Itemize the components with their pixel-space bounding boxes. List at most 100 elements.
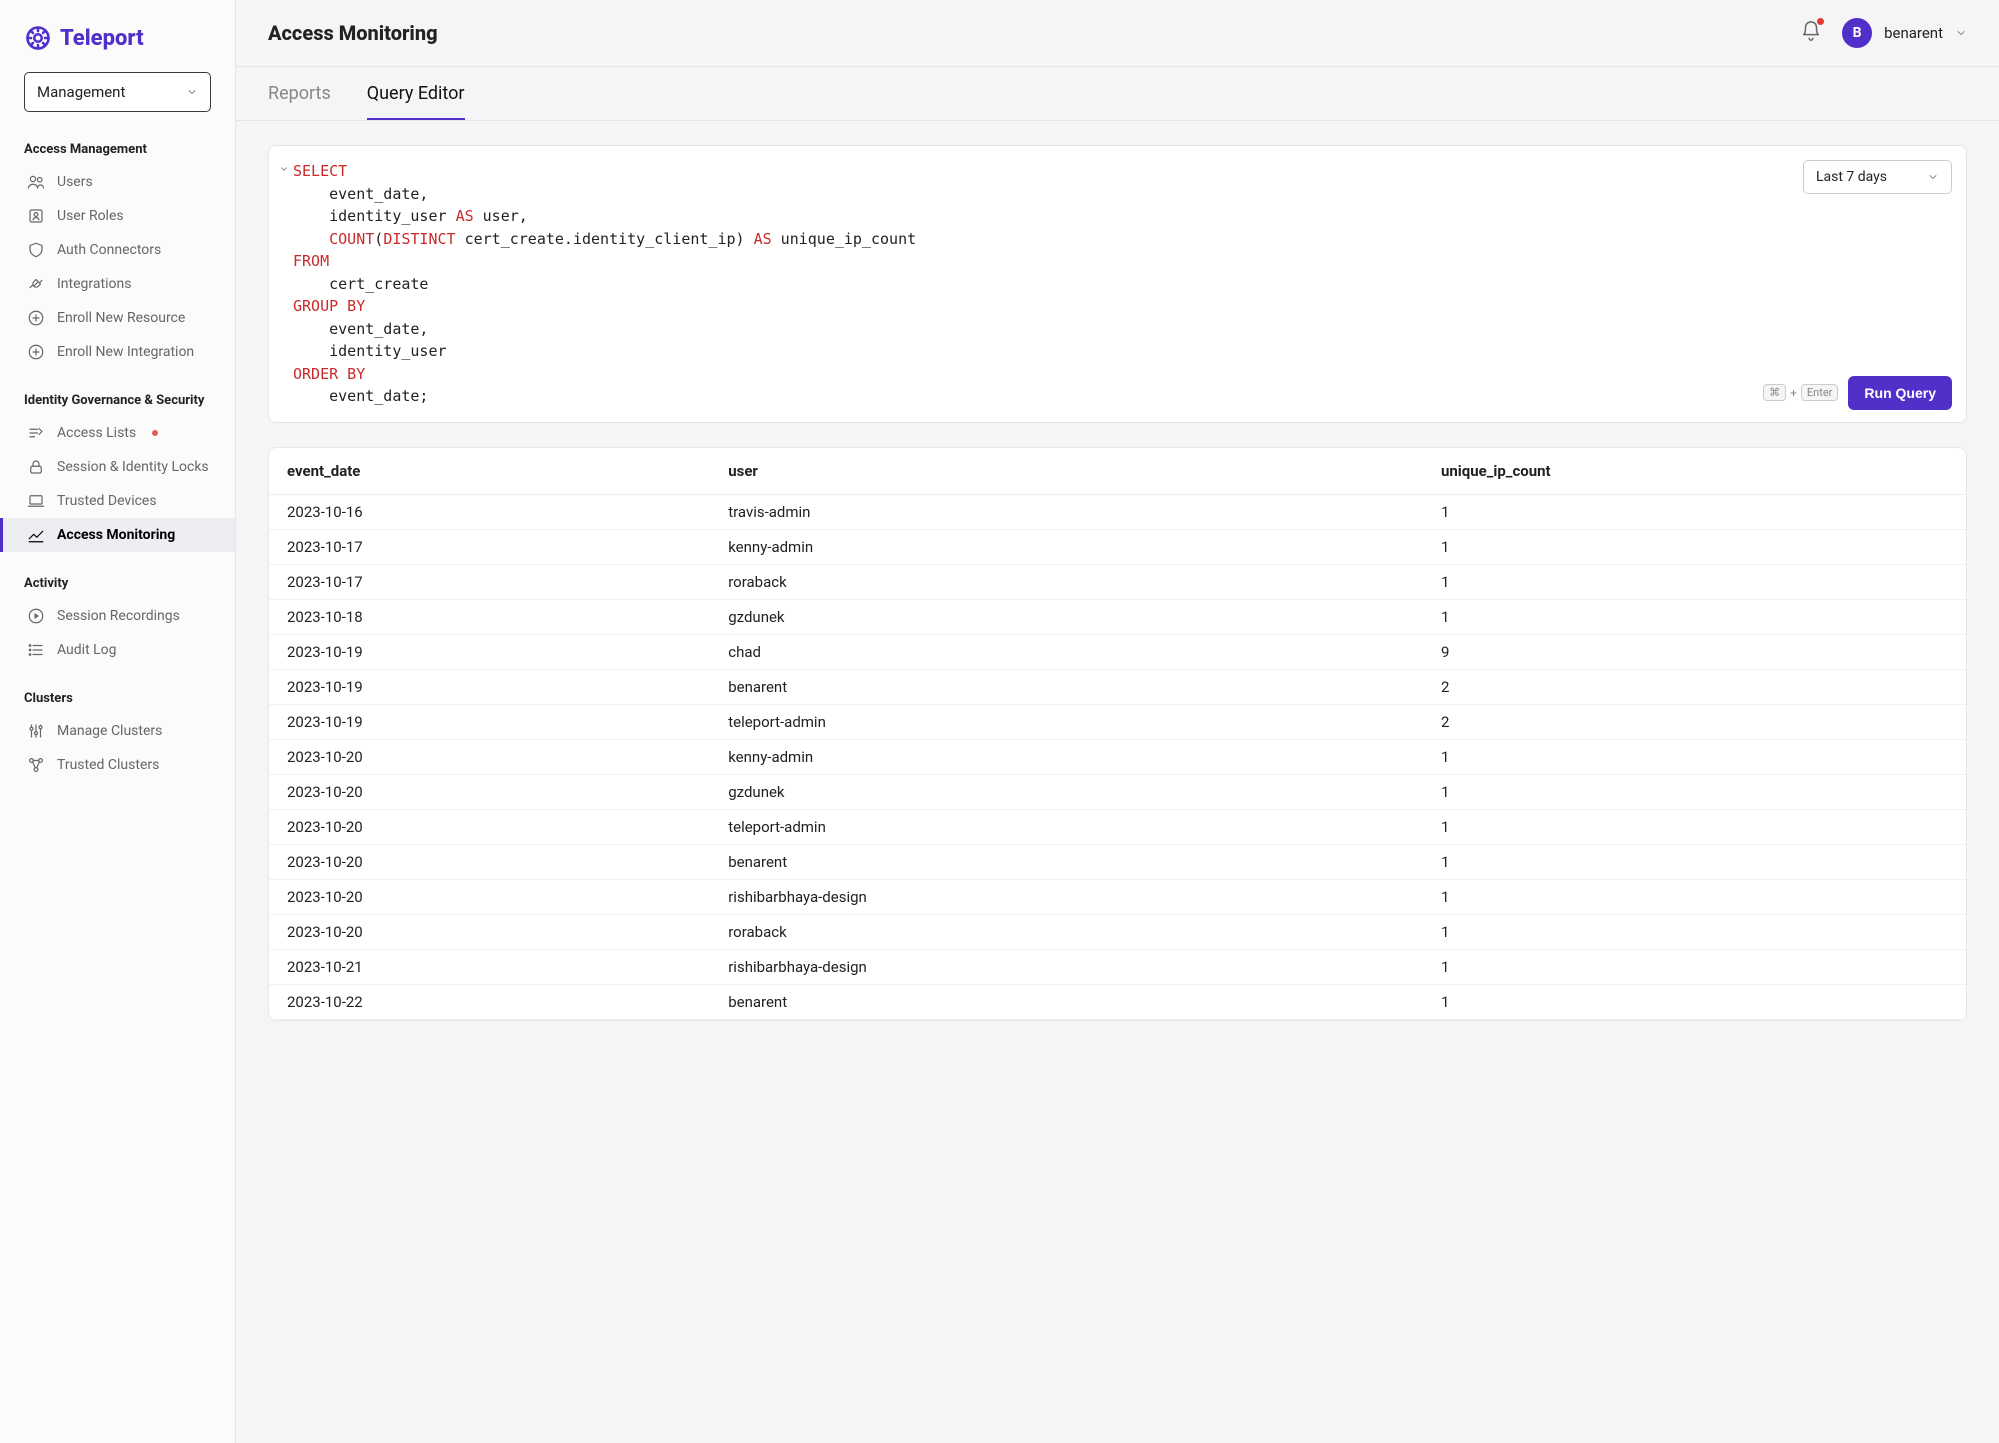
id-card-icon (27, 207, 45, 225)
list-arrow-icon (27, 424, 45, 442)
sidebar-item-access-monitoring[interactable]: Access Monitoring (0, 518, 235, 552)
table-cell: 2023-10-17 (269, 529, 710, 564)
table-row[interactable]: 2023-10-20gzdunek1 (269, 774, 1966, 809)
table-cell: roraback (710, 914, 1423, 949)
table-cell: 1 (1423, 529, 1966, 564)
run-shortcut-hint: ⌘ + Enter (1763, 384, 1838, 401)
results-table: event_dateuserunique_ip_count 2023-10-16… (269, 448, 1966, 1020)
sidebar-item-user-roles[interactable]: User Roles (0, 199, 235, 233)
sidebar-item-label: Access Monitoring (57, 527, 175, 543)
alert-dot (152, 430, 158, 436)
table-cell: 1 (1423, 599, 1966, 634)
sidebar-item-label: Trusted Clusters (57, 757, 159, 773)
column-header[interactable]: unique_ip_count (1423, 448, 1966, 495)
table-cell: teleport-admin (710, 704, 1423, 739)
sidebar-item-trusted-clusters[interactable]: Trusted Clusters (0, 748, 235, 782)
table-row[interactable]: 2023-10-18gzdunek1 (269, 599, 1966, 634)
table-row[interactable]: 2023-10-19benarent2 (269, 669, 1966, 704)
sidebar-item-access-lists[interactable]: Access Lists (0, 416, 235, 450)
table-cell: 1 (1423, 739, 1966, 774)
list-icon (27, 641, 45, 659)
sidebar-item-enroll-resource[interactable]: Enroll New Resource (0, 301, 235, 335)
chart-line-icon (27, 526, 45, 544)
sidebar-item-label: Users (57, 174, 93, 190)
sql-editor[interactable]: SELECT event_date, identity_user AS user… (293, 160, 1952, 408)
sidebar-item-label: Manage Clusters (57, 723, 162, 739)
table-row[interactable]: 2023-10-20benarent1 (269, 844, 1966, 879)
chevron-down-icon (1927, 171, 1939, 183)
sidebar-item-enroll-integration[interactable]: Enroll New Integration (0, 335, 235, 369)
table-row[interactable]: 2023-10-20roraback1 (269, 914, 1966, 949)
table-row[interactable]: 2023-10-16travis-admin1 (269, 494, 1966, 529)
table-cell: roraback (710, 564, 1423, 599)
run-query-button[interactable]: Run Query (1848, 376, 1952, 410)
time-range-label: Last 7 days (1816, 169, 1887, 185)
table-row[interactable]: 2023-10-19chad9 (269, 634, 1966, 669)
sidebar-item-label: Integrations (57, 276, 131, 292)
table-cell: 2023-10-21 (269, 949, 710, 984)
table-row[interactable]: 2023-10-17kenny-admin1 (269, 529, 1966, 564)
table-cell: 2023-10-19 (269, 634, 710, 669)
table-cell: 2023-10-20 (269, 739, 710, 774)
table-cell: 1 (1423, 564, 1966, 599)
query-editor-card: SELECT event_date, identity_user AS user… (268, 145, 1967, 423)
brand-logo[interactable]: Teleport (0, 16, 235, 72)
shield-icon (27, 241, 45, 259)
table-cell: 2023-10-20 (269, 879, 710, 914)
table-row[interactable]: 2023-10-19teleport-admin2 (269, 704, 1966, 739)
table-cell: 9 (1423, 634, 1966, 669)
results-card: event_dateuserunique_ip_count 2023-10-16… (268, 447, 1967, 1021)
sidebar-item-auth-connectors[interactable]: Auth Connectors (0, 233, 235, 267)
table-cell: 1 (1423, 774, 1966, 809)
notifications-button[interactable] (1800, 20, 1822, 46)
sidebar-item-label: Enroll New Integration (57, 344, 194, 360)
sidebar-item-session-recordings[interactable]: Session Recordings (0, 599, 235, 633)
users-icon (27, 173, 45, 191)
sidebar-item-users[interactable]: Users (0, 165, 235, 199)
table-cell: 1 (1423, 844, 1966, 879)
code-fold-gutter[interactable] (275, 160, 293, 408)
context-selector[interactable]: Management (24, 72, 211, 112)
chevron-down-icon (186, 86, 198, 98)
time-range-select[interactable]: Last 7 days (1803, 160, 1952, 194)
table-row[interactable]: 2023-10-20teleport-admin1 (269, 809, 1966, 844)
table-cell: 2023-10-17 (269, 564, 710, 599)
topbar: Access Monitoring B benarent (236, 0, 1999, 67)
plus-circle-icon (27, 343, 45, 361)
table-row[interactable]: 2023-10-20kenny-admin1 (269, 739, 1966, 774)
brand-name: Teleport (60, 26, 144, 51)
tab-query-editor[interactable]: Query Editor (367, 67, 465, 120)
chevron-down-icon (1955, 27, 1967, 39)
teleport-logo-icon (24, 24, 52, 52)
tab-reports[interactable]: Reports (268, 67, 331, 120)
table-cell: benarent (710, 669, 1423, 704)
table-cell: 2023-10-22 (269, 984, 710, 1019)
table-cell: gzdunek (710, 599, 1423, 634)
plus-circle-icon (27, 309, 45, 327)
table-cell: benarent (710, 844, 1423, 879)
table-cell: 2023-10-19 (269, 704, 710, 739)
table-row[interactable]: 2023-10-21rishibarbhaya-design1 (269, 949, 1966, 984)
table-row[interactable]: 2023-10-22benarent1 (269, 984, 1966, 1019)
sidebar-item-session-locks[interactable]: Session & Identity Locks (0, 450, 235, 484)
column-header[interactable]: user (710, 448, 1423, 495)
table-cell: chad (710, 634, 1423, 669)
avatar: B (1842, 18, 1872, 48)
sidebar-item-manage-clusters[interactable]: Manage Clusters (0, 714, 235, 748)
sidebar-item-audit-log[interactable]: Audit Log (0, 633, 235, 667)
plug-icon (27, 275, 45, 293)
user-menu[interactable]: B benarent (1842, 18, 1967, 48)
sidebar-item-trusted-devices[interactable]: Trusted Devices (0, 484, 235, 518)
nav-section-label: Activity (0, 566, 235, 599)
column-header[interactable]: event_date (269, 448, 710, 495)
table-cell: travis-admin (710, 494, 1423, 529)
table-row[interactable]: 2023-10-20rishibarbhaya-design1 (269, 879, 1966, 914)
play-circle-icon (27, 607, 45, 625)
sidebar-item-label: Access Lists (57, 425, 136, 441)
table-cell: teleport-admin (710, 809, 1423, 844)
main: Access Monitoring B benarent Reports Que… (236, 0, 1999, 1443)
table-row[interactable]: 2023-10-17roraback1 (269, 564, 1966, 599)
sidebar-item-integrations[interactable]: Integrations (0, 267, 235, 301)
sidebar: Teleport Management Access ManagementUse… (0, 0, 236, 1443)
kbd-cmd: ⌘ (1763, 384, 1786, 401)
